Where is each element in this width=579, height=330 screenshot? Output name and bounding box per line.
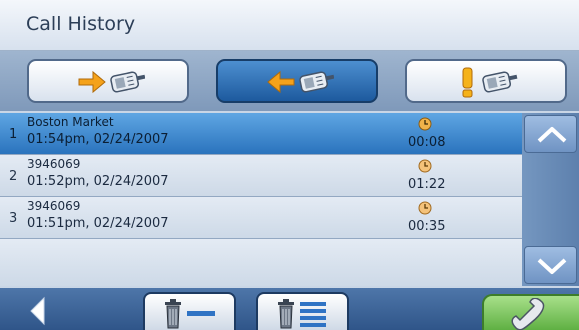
duration-clock-icon (418, 201, 432, 215)
missed-call-icon (462, 67, 518, 98)
call-timestamp: 01:52pm, 02/24/2007 (27, 174, 169, 189)
page-title: Call History (26, 13, 136, 35)
call-history-screen: Call History 1 Boston Market 01:54pm, 02… (0, 0, 579, 330)
call-list-item[interactable]: 3 3946069 01:51pm, 02/24/2007 00:35 (0, 197, 522, 239)
scroll-up-button[interactable] (524, 115, 577, 153)
call-duration: 00:35 (408, 219, 446, 234)
call-duration: 00:08 (408, 135, 446, 150)
delete-entry-icon (165, 299, 215, 329)
call-button[interactable] (482, 294, 579, 330)
call-timestamp: 01:54pm, 02/24/2007 (27, 132, 169, 147)
call-list-item[interactable]: 2 3946069 01:52pm, 02/24/2007 01:22 (0, 155, 522, 197)
incoming-call-icon (267, 70, 334, 94)
call-duration: 01:22 (408, 177, 446, 192)
phone-handset-icon (511, 298, 545, 330)
duration-clock-icon (418, 159, 432, 173)
duration-clock-icon (418, 117, 432, 131)
outgoing-call-icon (78, 70, 145, 94)
tab-missed-calls[interactable] (405, 59, 567, 103)
caller-name: 3946069 (27, 157, 81, 171)
call-index: 2 (9, 169, 18, 184)
scroll-down-button[interactable] (524, 246, 577, 284)
chevron-up-icon (537, 127, 567, 143)
caller-name: Boston Market (27, 115, 114, 129)
call-type-tabs (0, 51, 579, 111)
title-bar: Call History (0, 0, 579, 51)
delete-all-button[interactable] (256, 292, 349, 330)
back-arrow-icon (30, 296, 45, 326)
bottom-toolbar (0, 288, 579, 330)
list-scrollbar[interactable] (522, 113, 579, 286)
call-index: 3 (9, 211, 18, 226)
caller-name: 3946069 (27, 199, 81, 213)
call-index: 1 (9, 127, 18, 142)
back-button[interactable] (0, 288, 70, 330)
tab-incoming-calls[interactable] (216, 59, 378, 103)
delete-entry-button[interactable] (143, 292, 236, 330)
tab-outgoing-calls[interactable] (27, 59, 189, 103)
call-timestamp: 01:51pm, 02/24/2007 (27, 216, 169, 231)
call-list-item[interactable]: 1 Boston Market 01:54pm, 02/24/2007 00:0… (0, 113, 522, 155)
call-list: 1 Boston Market 01:54pm, 02/24/2007 00:0… (0, 113, 522, 286)
delete-all-icon (278, 299, 326, 329)
empty-list-row (0, 239, 522, 286)
chevron-down-icon (537, 258, 567, 274)
